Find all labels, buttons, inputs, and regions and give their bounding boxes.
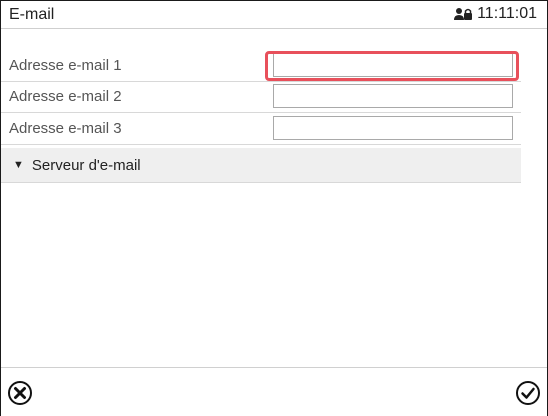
- email-row-1: Adresse e-mail 1: [1, 51, 521, 82]
- clock-time: 11:11:01: [477, 5, 537, 22]
- status-area: 11:11:01: [453, 5, 537, 23]
- section-label: Serveur d'e-mail: [31, 156, 141, 174]
- email-settings-window: E-mail 11:11:01 Adresse e-mail 1 Adresse…: [0, 0, 548, 416]
- triangle-down-icon: ▼: [13, 159, 24, 171]
- confirm-check-icon[interactable]: [515, 380, 541, 406]
- email-label-2: Adresse e-mail 2: [9, 88, 122, 105]
- email-row-2: Adresse e-mail 2: [1, 82, 521, 113]
- email-label-3: Adresse e-mail 3: [9, 120, 122, 137]
- title-bar: E-mail 11:11:01: [1, 1, 547, 29]
- footer-bar: [1, 367, 547, 416]
- cancel-circle-x-icon[interactable]: [7, 380, 33, 406]
- email-address-3-input[interactable]: [273, 116, 513, 140]
- email-row-3: Adresse e-mail 3: [1, 114, 521, 145]
- email-address-1-input[interactable]: [273, 53, 513, 77]
- email-server-section-toggle[interactable]: ▼ Serveur d'e-mail: [1, 148, 521, 183]
- user-lock-icon: [454, 8, 473, 20]
- email-address-2-input[interactable]: [273, 84, 513, 108]
- email-label-1: Adresse e-mail 1: [9, 57, 122, 74]
- page-title: E-mail: [9, 6, 55, 23]
